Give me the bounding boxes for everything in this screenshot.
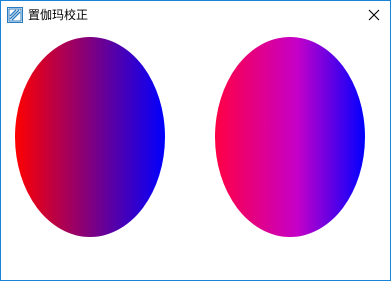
close-icon bbox=[368, 6, 380, 25]
right-gradient-ellipse bbox=[215, 37, 365, 237]
window-title: 置伽玛校正 bbox=[28, 8, 89, 22]
app-window: 置伽玛校正 bbox=[0, 0, 391, 281]
client-area bbox=[1, 31, 390, 280]
close-button[interactable] bbox=[358, 1, 390, 30]
gradient-canvas bbox=[15, 37, 365, 237]
title-bar[interactable]: 置伽玛校正 bbox=[1, 1, 390, 31]
left-gradient-ellipse bbox=[15, 37, 165, 237]
app-icon bbox=[7, 7, 23, 23]
